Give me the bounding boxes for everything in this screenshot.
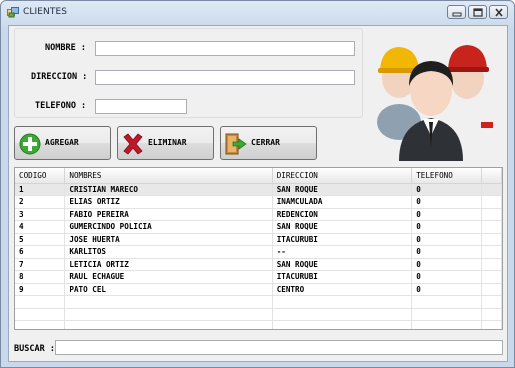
cell-nombre: CRISTIAN MARECO xyxy=(64,183,273,196)
table-row[interactable]: 3 FABIO PEREIRA REDENCION 0 xyxy=(15,208,502,221)
cell-direccion: SAN ROQUE xyxy=(272,258,413,271)
cell-filler xyxy=(481,220,502,234)
cell-nombre: LETICIA ORTIZ xyxy=(64,258,273,271)
cell-filler xyxy=(481,195,502,209)
cell-direccion: ITACURUBI xyxy=(272,233,413,246)
cell-nombre: GUMERCINDO POLICIA xyxy=(64,220,273,234)
column-header-direccion[interactable]: DIRECCION xyxy=(272,168,413,184)
buscar-input[interactable] xyxy=(55,340,503,355)
cell-codigo: 5 xyxy=(15,233,66,246)
table-row[interactable]: 7 LETICIA ORTIZ SAN ROQUE 0 xyxy=(15,258,502,271)
cerrar-label: CERRAR xyxy=(251,138,280,147)
cell-telefono: 0 xyxy=(411,270,483,284)
table-header-row: CODIGO NOMBRES DIRECCION TELEFONO xyxy=(15,168,502,184)
cell-filler xyxy=(481,283,502,296)
cell-codigo: 2 xyxy=(15,195,66,209)
table-row[interactable]: 1 CRISTIAN MARECO SAN ROQUE 0 xyxy=(15,183,502,196)
cell-telefono: 0 xyxy=(411,245,483,259)
client-form-group: NOMBRE : DIRECCION : TELEFONO : xyxy=(14,28,363,118)
window-title: CLIENTES xyxy=(23,7,68,17)
cell-direccion: INAMCULADA xyxy=(272,195,413,209)
cell-telefono: 0 xyxy=(411,220,483,234)
direccion-label: DIRECCION : xyxy=(31,72,88,82)
telefono-label: TELEFONO : xyxy=(35,101,87,111)
column-header-codigo[interactable]: CODIGO xyxy=(15,168,66,184)
buscar-label: BUSCAR : xyxy=(14,344,55,354)
cell-filler xyxy=(481,183,502,196)
cell-telefono: 0 xyxy=(411,258,483,271)
cell-codigo: 4 xyxy=(15,220,66,234)
cell-nombre: PATO CEL xyxy=(64,283,273,296)
cell-filler xyxy=(481,270,502,284)
exit-door-icon xyxy=(225,133,247,155)
close-icon xyxy=(495,8,503,17)
clientes-grid[interactable]: CODIGO NOMBRES DIRECCION TELEFONO 1 CRIS… xyxy=(14,167,503,330)
cell-direccion: CENTRO xyxy=(272,283,413,296)
cell-telefono: 0 xyxy=(411,233,483,246)
table-row-empty xyxy=(15,295,502,309)
cell-codigo: 8 xyxy=(15,270,66,284)
eliminar-button[interactable]: ELIMINAR xyxy=(117,126,214,160)
nombre-input[interactable] xyxy=(95,41,355,56)
table-row[interactable]: 2 ELIAS ORTIZ INAMCULADA 0 xyxy=(15,195,502,209)
minimize-icon xyxy=(452,12,462,17)
column-header-telefono[interactable]: TELEFONO xyxy=(411,168,483,184)
direccion-input[interactable] xyxy=(95,70,355,85)
cell-filler xyxy=(481,208,502,221)
cell-direccion: -- xyxy=(272,245,413,259)
cell-codigo: 7 xyxy=(15,258,66,271)
maximize-icon xyxy=(473,8,483,17)
column-header-filler xyxy=(481,168,502,184)
eliminar-label: ELIMINAR xyxy=(148,138,187,147)
red-x-icon xyxy=(123,133,143,155)
people-group-icon xyxy=(377,45,493,161)
cell-nombre: ELIAS ORTIZ xyxy=(64,195,273,209)
cell-direccion: SAN ROQUE xyxy=(272,183,413,196)
cell-codigo: 1 xyxy=(15,183,66,196)
table-row[interactable]: 8 RAUL ECHAGUE ITACURUBI 0 xyxy=(15,270,502,284)
cell-telefono: 0 xyxy=(411,195,483,209)
table-row[interactable]: 6 KARLITOS -- 0 xyxy=(15,245,502,259)
agregar-button[interactable]: AGREGAR xyxy=(14,126,111,160)
cell-direccion: ITACURUBI xyxy=(272,270,413,284)
table-row-empty xyxy=(15,320,502,329)
title-bar[interactable]: CLIENTES xyxy=(1,1,514,25)
cell-direccion: SAN ROQUE xyxy=(272,220,413,234)
table-row[interactable]: 9 PATO CEL CENTRO 0 xyxy=(15,283,502,296)
clientes-table: CODIGO NOMBRES DIRECCION TELEFONO 1 CRIS… xyxy=(15,168,502,329)
cell-nombre: RAUL ECHAGUE xyxy=(64,270,273,284)
cell-telefono: 0 xyxy=(411,183,483,196)
cell-nombre: JOSE HUERTA xyxy=(64,233,273,246)
cell-nombre: FABIO PEREIRA xyxy=(64,208,273,221)
table-row-empty xyxy=(15,308,502,321)
cell-telefono: 0 xyxy=(411,283,483,296)
cell-telefono: 0 xyxy=(411,208,483,221)
plus-circle-icon xyxy=(19,133,41,155)
table-row[interactable]: 4 GUMERCINDO POLICIA SAN ROQUE 0 xyxy=(15,220,502,234)
nombre-label: NOMBRE : xyxy=(45,43,86,53)
cell-codigo: 6 xyxy=(15,245,66,259)
window-client-area: NOMBRE : DIRECCION : TELEFONO : AGREGAR … xyxy=(8,25,508,362)
telefono-input[interactable] xyxy=(95,99,187,114)
close-button[interactable] xyxy=(489,5,508,19)
cell-filler xyxy=(481,258,502,271)
cell-codigo: 3 xyxy=(15,208,66,221)
minimize-button[interactable] xyxy=(447,5,466,19)
column-header-nombres[interactable]: NOMBRES xyxy=(64,168,273,184)
table-row[interactable]: 5 JOSE HUERTA ITACURUBI 0 xyxy=(15,233,502,246)
maximize-button[interactable] xyxy=(468,5,487,19)
cell-filler xyxy=(481,245,502,259)
cell-nombre: KARLITOS xyxy=(64,245,273,259)
cell-codigo: 9 xyxy=(15,283,66,296)
app-window-icon xyxy=(7,7,19,18)
cell-direccion: REDENCION xyxy=(272,208,413,221)
cerrar-button[interactable]: CERRAR xyxy=(220,126,317,160)
cell-filler xyxy=(481,233,502,246)
agregar-label: AGREGAR xyxy=(45,138,79,147)
clientes-window: CLIENTES NOMBRE : DIRECCION : TELEFONO : xyxy=(0,0,515,368)
